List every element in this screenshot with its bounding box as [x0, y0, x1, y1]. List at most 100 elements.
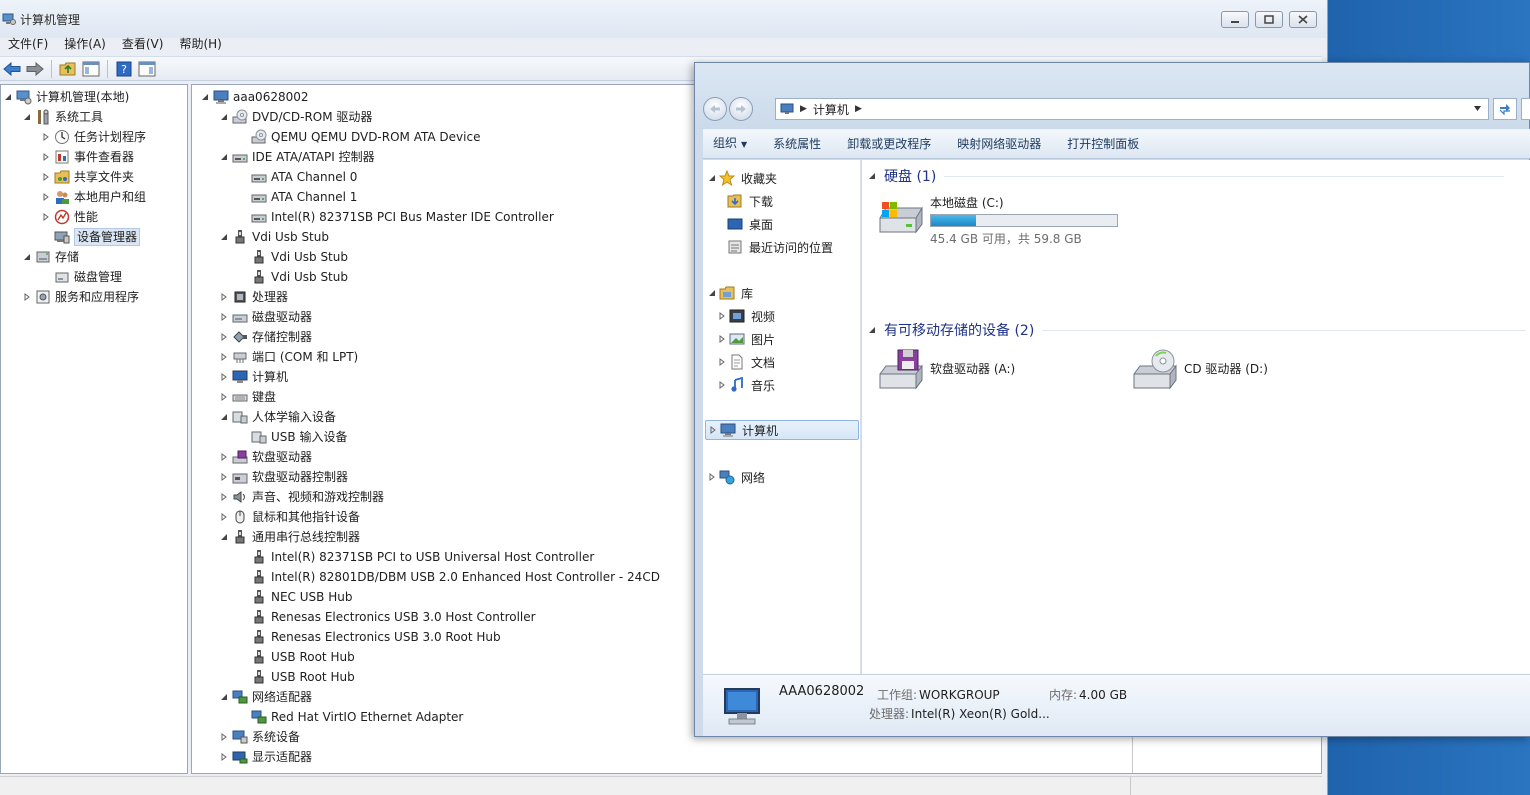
device-tree-item[interactable]: 人体学输入设备: [219, 407, 336, 427]
nav-favorites[interactable]: 收藏夹: [707, 168, 777, 188]
expand-arrow-icon[interactable]: [868, 172, 878, 180]
help-button[interactable]: ?: [114, 59, 134, 79]
collapse-arrow-icon[interactable]: [708, 425, 718, 435]
collapse-arrow-icon[interactable]: [717, 311, 727, 321]
expand-arrow-icon[interactable]: [707, 288, 717, 298]
tree-item-5[interactable]: 本地用户和组: [41, 187, 146, 207]
system-properties-button[interactable]: 系统属性: [763, 130, 837, 158]
device-tree-item[interactable]: ATA Channel 0: [238, 167, 357, 187]
collapse-arrow-icon[interactable]: [219, 472, 229, 482]
device-tree-item[interactable]: 网络适配器: [219, 687, 312, 707]
device-tree-item[interactable]: 软盘驱动器控制器: [219, 467, 348, 487]
drive-c[interactable]: 本地磁盘 (C:) 45.4 GB 可用，共 59.8 GB: [876, 194, 1118, 247]
collapse-arrow-icon[interactable]: [717, 357, 727, 367]
expand-arrow-icon[interactable]: [868, 326, 878, 334]
device-tree-item[interactable]: 计算机: [219, 367, 288, 387]
tree-item-7[interactable]: 设备管理器: [41, 227, 141, 247]
expand-arrow-icon[interactable]: [707, 173, 717, 183]
forward-button[interactable]: [25, 59, 45, 79]
device-tree-item[interactable]: DVD/CD-ROM 驱动器: [219, 107, 372, 127]
collapse-arrow-icon[interactable]: [22, 292, 32, 302]
tree-item-6[interactable]: 性能: [41, 207, 98, 227]
device-tree-item[interactable]: Intel(R) 82371SB PCI to USB Universal Ho…: [238, 547, 594, 567]
expand-arrow-icon[interactable]: [22, 252, 32, 262]
device-tree-item[interactable]: 端口 (COM 和 LPT): [219, 347, 358, 367]
device-tree-item[interactable]: NEC USB Hub: [238, 587, 352, 607]
minimize-button[interactable]: [1221, 11, 1249, 28]
nav-libraries[interactable]: 库: [707, 283, 753, 303]
group-header-hdd[interactable]: 硬盘 (1): [868, 166, 1505, 186]
collapse-arrow-icon[interactable]: [41, 172, 51, 182]
restore-button[interactable]: [1255, 11, 1283, 28]
nav-pictures[interactable]: 图片: [717, 329, 775, 349]
collapse-arrow-icon[interactable]: [707, 472, 717, 482]
nav-network[interactable]: 网络: [707, 467, 765, 487]
nav-desktop[interactable]: 桌面: [727, 214, 773, 234]
back-button[interactable]: [2, 59, 22, 79]
close-button[interactable]: [1289, 11, 1317, 28]
device-tree-item[interactable]: IDE ATA/ATAPI 控制器: [219, 147, 375, 167]
device-tree-item[interactable]: Vdi Usb Stub: [219, 227, 329, 247]
expand-arrow-icon[interactable]: [219, 532, 229, 542]
device-tree-item[interactable]: Intel(R) 82371SB PCI Bus Master IDE Cont…: [238, 207, 554, 227]
device-tree-item[interactable]: 通用串行总线控制器: [219, 527, 360, 547]
collapse-arrow-icon[interactable]: [219, 732, 229, 742]
collapse-arrow-icon[interactable]: [219, 512, 229, 522]
nav-music[interactable]: 音乐: [717, 375, 775, 395]
collapse-arrow-icon[interactable]: [219, 312, 229, 322]
collapse-arrow-icon[interactable]: [219, 752, 229, 762]
device-tree-item[interactable]: QEMU QEMU DVD-ROM ATA Device: [238, 127, 480, 147]
device-tree-item[interactable]: Vdi Usb Stub: [238, 267, 348, 287]
device-tree-item[interactable]: USB Root Hub: [238, 667, 355, 687]
expand-arrow-icon[interactable]: [219, 412, 229, 422]
group-header-removable[interactable]: 有可移动存储的设备 (2): [868, 320, 1527, 340]
expand-arrow-icon[interactable]: [22, 112, 32, 122]
nav-documents[interactable]: 文档: [717, 352, 775, 372]
collapse-arrow-icon[interactable]: [41, 212, 51, 222]
device-tree-item[interactable]: USB Root Hub: [238, 647, 355, 667]
expand-arrow-icon[interactable]: [200, 92, 210, 102]
device-tree-item[interactable]: Vdi Usb Stub: [238, 247, 348, 267]
search-box[interactable]: [1521, 98, 1530, 120]
tree-item-1[interactable]: 系统工具: [22, 107, 103, 127]
device-tree-item[interactable]: 处理器: [219, 287, 288, 307]
expand-arrow-icon[interactable]: [219, 112, 229, 122]
collapse-arrow-icon[interactable]: [219, 352, 229, 362]
device-tree-item[interactable]: ATA Channel 1: [238, 187, 357, 207]
collapse-arrow-icon[interactable]: [41, 192, 51, 202]
tree-item-9[interactable]: 磁盘管理: [41, 267, 122, 287]
uninstall-program-button[interactable]: 卸载或更改程序: [837, 130, 947, 158]
device-tree-item[interactable]: 存储控制器: [219, 327, 312, 347]
explorer-forward-button[interactable]: [729, 97, 753, 121]
menu-action[interactable]: 操作(A): [56, 36, 114, 56]
device-tree-item[interactable]: aaa0628002: [200, 87, 309, 107]
tree-item-8[interactable]: 存储: [22, 247, 79, 267]
collapse-arrow-icon[interactable]: [219, 392, 229, 402]
collapse-arrow-icon[interactable]: [717, 334, 727, 344]
nav-videos[interactable]: 视频: [717, 306, 775, 326]
nav-recent-places[interactable]: 最近访问的位置: [727, 237, 833, 257]
tree-item-0[interactable]: 计算机管理(本地): [3, 87, 129, 107]
device-tree-item[interactable]: 显示适配器: [219, 747, 312, 767]
expand-arrow-icon[interactable]: [3, 92, 13, 102]
collapse-arrow-icon[interactable]: [717, 380, 727, 390]
address-computer[interactable]: 计算机: [813, 101, 849, 118]
menu-file[interactable]: 文件(F): [0, 36, 56, 56]
collapse-arrow-icon[interactable]: [219, 492, 229, 502]
device-tree-item[interactable]: Renesas Electronics USB 3.0 Host Control…: [238, 607, 536, 627]
collapse-arrow-icon[interactable]: [219, 372, 229, 382]
device-tree-item[interactable]: 软盘驱动器: [219, 447, 312, 467]
nav-downloads[interactable]: 下载: [727, 191, 773, 211]
collapse-arrow-icon[interactable]: [219, 332, 229, 342]
tree-item-3[interactable]: 事件查看器: [41, 147, 134, 167]
collapse-arrow-icon[interactable]: [219, 292, 229, 302]
explorer-back-button[interactable]: [703, 97, 727, 121]
organize-button[interactable]: 组织 ▼: [703, 129, 763, 159]
expand-arrow-icon[interactable]: [219, 232, 229, 242]
device-tree-item[interactable]: 键盘: [219, 387, 276, 407]
device-tree-item[interactable]: Red Hat VirtIO Ethernet Adapter: [238, 707, 463, 727]
nav-computer[interactable]: 计算机: [705, 420, 859, 440]
drive-a[interactable]: 软盘驱动器 (A:): [876, 348, 1015, 390]
open-control-panel-button[interactable]: 打开控制面板: [1057, 130, 1155, 158]
device-tree-item[interactable]: 声音、视频和游戏控制器: [219, 487, 384, 507]
